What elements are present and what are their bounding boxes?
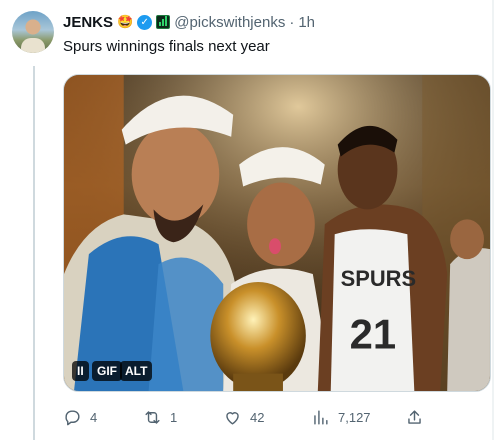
reply-count: 4 [90, 409, 98, 425]
share-button[interactable] [405, 404, 424, 430]
alt-button[interactable]: ALT [120, 361, 153, 381]
tweet-media-gif[interactable]: SPURS 21 II GIF ALT [63, 74, 491, 392]
retweet-icon [145, 410, 160, 424]
jersey-number: 21 [350, 311, 396, 358]
views-count: 7,127 [338, 409, 371, 425]
column-border [492, 0, 494, 440]
like-button[interactable]: 42 [223, 404, 264, 430]
action-bar: 4 1 42 7,127 [63, 404, 491, 430]
author-handle[interactable]: @pickswithjenks [174, 14, 285, 31]
thread-line [33, 66, 35, 440]
affiliate-badge-icon[interactable] [156, 15, 171, 29]
views-icon [314, 409, 328, 425]
timestamp[interactable]: 1h [298, 14, 315, 31]
views-button[interactable]: 7,127 [311, 404, 371, 430]
share-icon [408, 409, 421, 424]
avatar[interactable] [12, 11, 54, 53]
reply-icon [65, 409, 80, 425]
retweet-count: 1 [170, 409, 178, 425]
author-name[interactable]: JENKS [63, 14, 113, 31]
tweet[interactable]: JENKS 🤩 ✓ @pickswithjenks · 1h Spurs win… [0, 0, 500, 440]
separator-dot: · [289, 13, 295, 31]
tweet-text: Spurs winnings finals next year [63, 38, 270, 55]
gif-pause-button[interactable]: II [72, 361, 89, 381]
jersey-text: SPURS [341, 266, 416, 291]
author-emoji: 🤩 [117, 14, 134, 29]
gif-frame-image: SPURS 21 [64, 75, 490, 391]
reply-button[interactable]: 4 [63, 404, 97, 430]
tweet-header: JENKS 🤩 ✓ @pickswithjenks · 1h [63, 12, 315, 32]
like-icon [226, 411, 239, 425]
verified-badge-icon: ✓ [137, 14, 153, 30]
gif-badge: GIF [92, 361, 122, 381]
like-count: 42 [250, 409, 265, 425]
retweet-button[interactable]: 1 [143, 404, 177, 430]
